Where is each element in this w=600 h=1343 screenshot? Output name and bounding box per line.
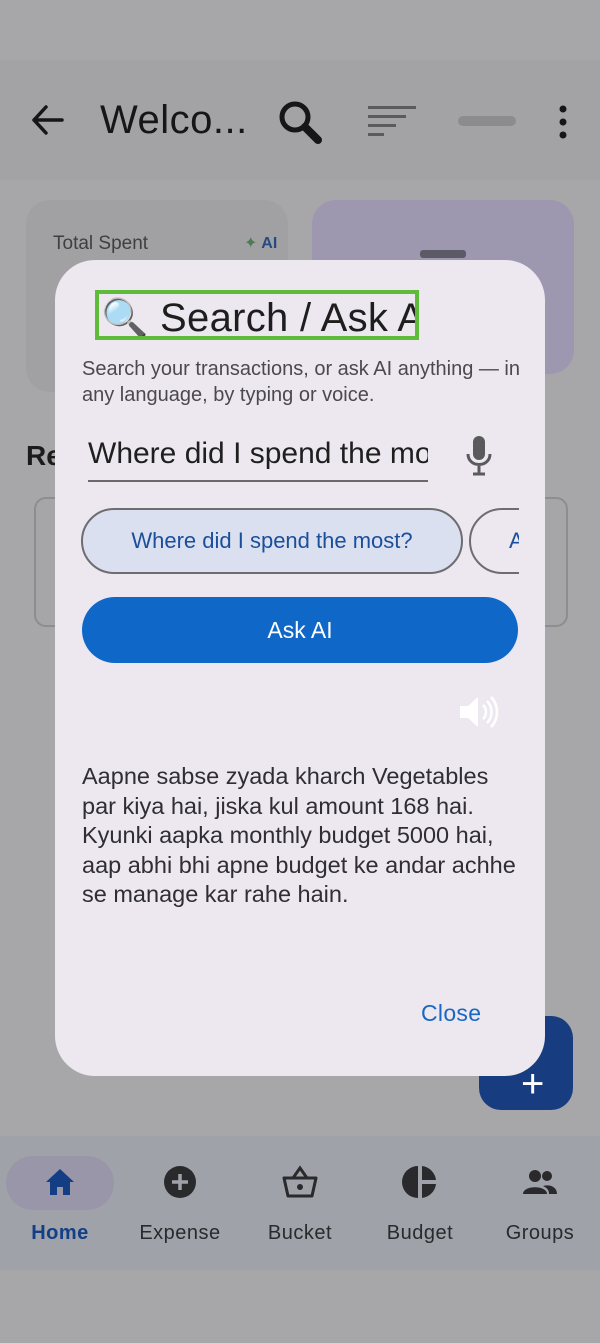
- query-input[interactable]: [88, 430, 428, 478]
- nav-item-expense[interactable]: Expense: [120, 1136, 240, 1270]
- dialog-subtitle: Search your transactions, or ask AI anyt…: [82, 358, 520, 406]
- ai-badge: ✦ AI: [244, 235, 278, 252]
- sort-icon[interactable]: [366, 104, 418, 138]
- close-button[interactable]: Close: [421, 1000, 481, 1027]
- suggestion-chips: Where did I spend the most? A: [81, 508, 519, 578]
- ask-ai-button[interactable]: Ask AI: [82, 597, 518, 663]
- ai-answer-text: Aapne sabse zyada kharch Vegetables par …: [82, 763, 516, 907]
- mic-icon[interactable]: [464, 434, 494, 476]
- page-title: Welco...: [100, 98, 248, 142]
- nav-item-budget[interactable]: Budget: [360, 1136, 480, 1270]
- suggestion-chip[interactable]: Where did I spend the most?: [81, 508, 463, 574]
- add-circle-icon: [164, 1166, 196, 1198]
- minus-icon[interactable]: [458, 116, 516, 126]
- suggestion-chip[interactable]: A: [469, 508, 519, 574]
- query-field[interactable]: [88, 430, 428, 482]
- search-ask-dialog: 🔍 Search / Ask A Search your transaction…: [55, 260, 545, 1076]
- dialog-title-highlight: 🔍 Search / Ask A: [95, 290, 419, 340]
- back-arrow-icon[interactable]: [30, 100, 66, 140]
- total-spent-label: Total Spent: [53, 233, 149, 254]
- home-icon: [46, 1169, 74, 1195]
- nav-item-bucket[interactable]: Bucket: [240, 1136, 360, 1270]
- nav-label: Budget: [386, 1222, 454, 1244]
- speaker-icon[interactable]: [458, 692, 500, 732]
- bottom-nav: Home Expense Bucket Budget Groups: [0, 1136, 600, 1270]
- nav-label: Groups: [505, 1222, 575, 1244]
- nav-label: Expense: [139, 1222, 221, 1244]
- sparkle-icon: ✦: [244, 235, 262, 252]
- pie-chart-icon: [402, 1166, 436, 1198]
- nav-label: Home: [31, 1222, 89, 1244]
- more-vert-icon[interactable]: [556, 104, 570, 140]
- magnifier-icon: 🔍: [101, 298, 149, 340]
- nav-item-home[interactable]: Home: [0, 1136, 120, 1270]
- basket-icon: [282, 1165, 318, 1198]
- groups-icon: [523, 1170, 557, 1194]
- minus-icon: [420, 250, 466, 258]
- nav-label: Bucket: [267, 1222, 333, 1244]
- nav-item-groups[interactable]: Groups: [480, 1136, 600, 1270]
- search-icon[interactable]: [276, 98, 324, 146]
- dialog-title: 🔍 Search / Ask A: [101, 296, 419, 340]
